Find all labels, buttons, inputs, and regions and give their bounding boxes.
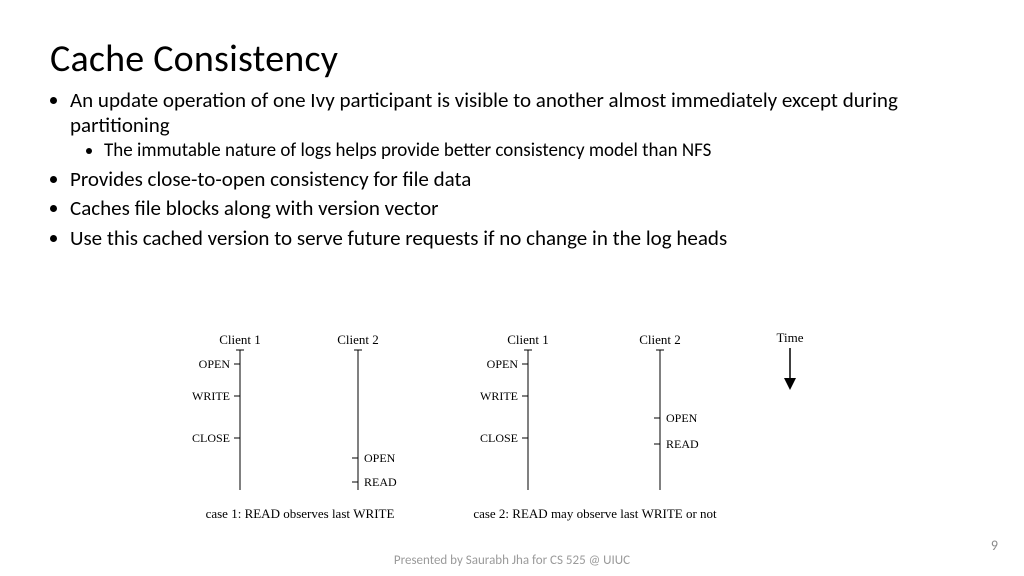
bullet-item: Provides close-to-open consistency for f…: [70, 167, 974, 192]
write-label: WRITE: [480, 389, 518, 403]
slide-title: Cache Consistency: [50, 36, 974, 82]
case1-caption: case 1: READ observes last WRITE: [206, 506, 395, 521]
client1-label: Client 1: [219, 332, 261, 347]
client2-label: Client 2: [337, 332, 379, 347]
open-label: OPEN: [199, 357, 231, 371]
timeline-diagram: Client 1 OPEN WRITE CLOSE Client 2 OPEN …: [150, 330, 910, 530]
close-label: CLOSE: [192, 431, 230, 445]
case2-caption: case 2: READ may observe last WRITE or n…: [473, 506, 717, 521]
slide: Cache Consistency An update operation of…: [0, 0, 1024, 576]
bullet-text: An update operation of one Ivy participa…: [70, 87, 898, 138]
close-label: CLOSE: [480, 431, 518, 445]
bullet-list: An update operation of one Ivy participa…: [50, 88, 974, 251]
read-label: READ: [666, 437, 699, 451]
footer-text: Presented by Saurabh Jha for CS 525 @ UI…: [0, 553, 1024, 568]
open-label: OPEN: [487, 357, 519, 371]
client2-label: Client 2: [639, 332, 681, 347]
bullet-item: An update operation of one Ivy participa…: [70, 88, 974, 163]
bullet-item: Use this cached version to serve future …: [70, 226, 974, 251]
sub-bullet-item: The immutable nature of logs helps provi…: [104, 140, 974, 163]
sub-bullet-list: The immutable nature of logs helps provi…: [70, 140, 974, 163]
client1-label: Client 1: [507, 332, 549, 347]
open-label: OPEN: [666, 411, 698, 425]
read-label: READ: [364, 475, 397, 489]
time-label: Time: [777, 330, 804, 345]
write-label: WRITE: [192, 389, 230, 403]
page-number: 9: [991, 537, 998, 554]
bullet-item: Caches file blocks along with version ve…: [70, 196, 974, 221]
open-label: OPEN: [364, 451, 396, 465]
